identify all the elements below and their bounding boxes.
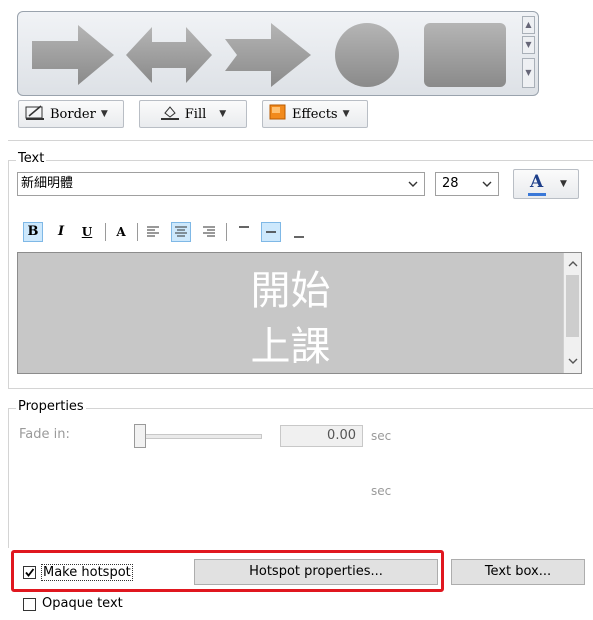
effects-label: Effects xyxy=(292,106,338,122)
align-left-icon[interactable] xyxy=(143,222,163,242)
fill-button[interactable]: Fill ▼ xyxy=(139,100,247,128)
circle-icon[interactable] xyxy=(320,19,414,91)
fade-in-slider-thumb[interactable] xyxy=(134,424,146,448)
border-label: Border xyxy=(50,106,96,122)
text-content[interactable]: 開始 上課 xyxy=(18,263,563,373)
properties-group-border-left xyxy=(8,408,9,548)
chevron-down-icon xyxy=(482,173,492,204)
valign-middle-icon[interactable] xyxy=(261,222,281,242)
font-size-select[interactable]: 28 xyxy=(435,172,499,196)
font-family-select[interactable]: 新細明體 xyxy=(17,172,425,196)
chevron-down-icon: ▼ xyxy=(560,179,567,189)
text-group-title: Text xyxy=(16,151,47,166)
divider xyxy=(8,140,593,141)
text-group-border xyxy=(8,160,593,161)
chevron-down-icon[interactable] xyxy=(564,353,581,370)
valign-bottom-icon[interactable] xyxy=(289,222,309,242)
text-outline-button[interactable]: A xyxy=(111,222,131,242)
properties-group-title: Properties xyxy=(16,399,86,414)
font-color-button[interactable]: A ▼ xyxy=(513,169,579,199)
double-arrow-icon[interactable] xyxy=(122,19,216,91)
rounded-rect-icon[interactable] xyxy=(418,19,512,91)
notched-arrow-icon[interactable] xyxy=(221,19,315,91)
arrow-right-icon[interactable] xyxy=(26,19,120,91)
opaque-text-checkbox[interactable] xyxy=(23,598,36,611)
effects-icon xyxy=(269,104,287,124)
gallery-scroll-up-icon[interactable]: ▲ xyxy=(522,16,535,34)
toolbar-separator xyxy=(137,223,138,241)
underline-button[interactable]: U xyxy=(77,222,97,242)
toolbar-separator xyxy=(226,223,227,241)
properties-group-border xyxy=(8,408,593,409)
toolbar-separator xyxy=(105,223,106,241)
text-group-border-left xyxy=(8,160,9,388)
highlight-box xyxy=(11,550,444,592)
opaque-text-label: Opaque text xyxy=(42,596,123,611)
fill-label: Fill xyxy=(184,106,207,122)
chevron-down-icon xyxy=(408,173,418,204)
border-button[interactable]: Border ▼ xyxy=(18,100,124,128)
text-box-button[interactable]: Text box... xyxy=(451,559,585,585)
chevron-down-icon: ▼ xyxy=(342,109,350,119)
color-swatch xyxy=(528,193,546,196)
align-center-icon[interactable] xyxy=(171,222,191,242)
fade-in-input[interactable]: 0.00 xyxy=(280,425,363,447)
text-group-border-bottom xyxy=(8,388,593,389)
shape-gallery: ▲ ▼ ▼ xyxy=(17,11,539,96)
paint-bucket-icon xyxy=(160,104,180,124)
fade-in-slider-track[interactable] xyxy=(134,434,262,439)
valign-top-icon[interactable] xyxy=(234,222,254,242)
bold-button[interactable]: B xyxy=(23,222,43,242)
border-pen-icon xyxy=(25,104,45,124)
effects-button[interactable]: Effects ▼ xyxy=(262,100,368,128)
font-color-letter: A xyxy=(530,172,544,192)
gallery-scroll-down-icon[interactable]: ▼ xyxy=(522,36,535,54)
second-unit: sec xyxy=(371,484,392,498)
italic-button[interactable]: I xyxy=(51,222,71,242)
font-name: 新細明體 xyxy=(21,176,74,191)
chevron-down-icon: ▼ xyxy=(219,109,227,119)
gallery-expand-icon[interactable]: ▼ xyxy=(522,58,535,88)
align-right-icon[interactable] xyxy=(199,222,219,242)
chevron-down-icon: ▼ xyxy=(100,109,108,119)
fade-in-unit: sec xyxy=(371,429,392,443)
font-size-value: 28 xyxy=(442,176,459,191)
fade-in-label: Fade in: xyxy=(19,427,70,442)
chevron-up-icon[interactable] xyxy=(564,255,581,272)
text-editor[interactable]: 開始 上課 xyxy=(17,252,582,374)
vertical-scrollbar[interactable] xyxy=(563,253,581,373)
scrollbar-thumb[interactable] xyxy=(566,275,579,337)
